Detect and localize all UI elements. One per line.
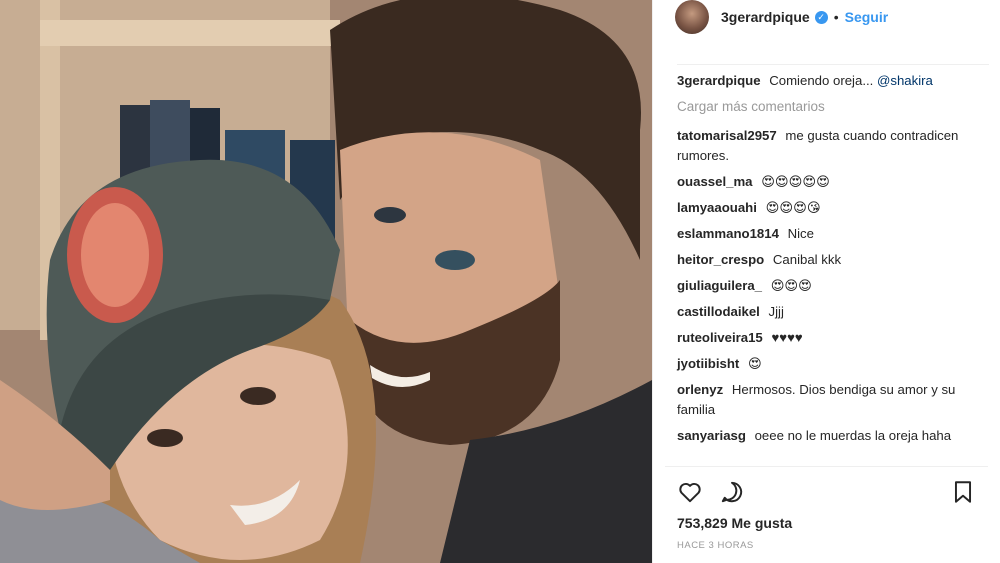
post-header: 3gerardpique ✓ • Seguir (653, 0, 1000, 34)
action-bar (665, 467, 988, 505)
comment-username[interactable]: castillodaikel (677, 304, 760, 319)
comment-text: oeee no le muerdas la oreja haha (754, 428, 952, 443)
comment-username[interactable]: heitor_crespo (677, 252, 764, 267)
comment-item: castillodaikel Jjjj (677, 302, 989, 322)
comment-text: Nice (787, 226, 814, 241)
post-actions-section: 753,829 Me gusta HACE 3 HORAS (665, 466, 988, 551)
caption-text: Comiendo oreja... (769, 73, 874, 88)
verified-badge-icon: ✓ (814, 10, 828, 24)
comment-username[interactable]: orlenyz (677, 382, 723, 397)
post-side-panel: 3gerardpique ✓ • Seguir 3gerardpique Com… (652, 0, 1000, 563)
follow-button[interactable]: Seguir (845, 9, 889, 25)
comment-username[interactable]: giuliaguilera_ (677, 278, 762, 293)
comment-username[interactable]: tatomarisal2957 (677, 128, 777, 143)
comment-text: Canibal kkk (772, 252, 842, 267)
caption: 3gerardpique Comiendo oreja... @shakira (677, 71, 989, 91)
caption-mention[interactable]: @shakira (877, 73, 933, 88)
comment-text: 😍😍😍😘 (765, 200, 821, 215)
instagram-post: 3gerardpique ✓ • Seguir 3gerardpique Com… (0, 0, 1000, 563)
comment-username[interactable]: eslammano1814 (677, 226, 779, 241)
comment-text: 😍 (747, 356, 762, 371)
post-photo[interactable] (0, 0, 652, 563)
comment-item: jyotiibisht 😍 (677, 354, 989, 374)
load-more-comments-link[interactable]: Cargar más comentarios (677, 97, 989, 117)
heart-icon[interactable] (677, 479, 703, 505)
comment-item: heitor_crespo Canibal kkk (677, 250, 989, 270)
comment-item: eslammano1814 Nice (677, 224, 989, 244)
separator-dot: • (833, 9, 839, 25)
header-username[interactable]: 3gerardpique (721, 9, 810, 25)
comment-item: ruteoliveira15 ♥♥♥♥ (677, 328, 989, 348)
comment-text: Jjjj (768, 304, 784, 319)
comment-icon[interactable] (719, 479, 745, 505)
comment-item: lamyaaouahi 😍😍😍😘 (677, 198, 989, 218)
comment-text: 😍😍😍 (770, 278, 812, 293)
comment-item: giuliaguilera_ 😍😍😍 (677, 276, 989, 296)
comment-item: sanyariasg oeee no le muerdas la oreja h… (677, 426, 989, 446)
comment-username[interactable]: jyotiibisht (677, 356, 739, 371)
bookmark-icon[interactable] (950, 479, 976, 505)
comment-username[interactable]: sanyariasg (677, 428, 746, 443)
likes-count[interactable]: 753,829 Me gusta (665, 505, 988, 531)
comments-list: 3gerardpique Comiendo oreja... @shakira … (677, 64, 989, 452)
post-timestamp[interactable]: HACE 3 HORAS (665, 531, 988, 551)
caption-username[interactable]: 3gerardpique (677, 73, 761, 88)
comment-text: ♥♥♥♥ (771, 330, 803, 345)
comment-text: 😍😍😍😍😍 (761, 174, 830, 189)
avatar[interactable] (675, 0, 709, 34)
comment-item: orlenyz Hermosos. Dios bendiga su amor y… (677, 380, 989, 420)
comment-username[interactable]: lamyaaouahi (677, 200, 757, 215)
comment-username[interactable]: ruteoliveira15 (677, 330, 763, 345)
selfie-illustration (0, 0, 652, 563)
comment-item: tatomarisal2957 me gusta cuando contradi… (677, 126, 989, 166)
comment-item: ouassel_ma 😍😍😍😍😍 (677, 172, 989, 192)
comment-username[interactable]: ouassel_ma (677, 174, 753, 189)
